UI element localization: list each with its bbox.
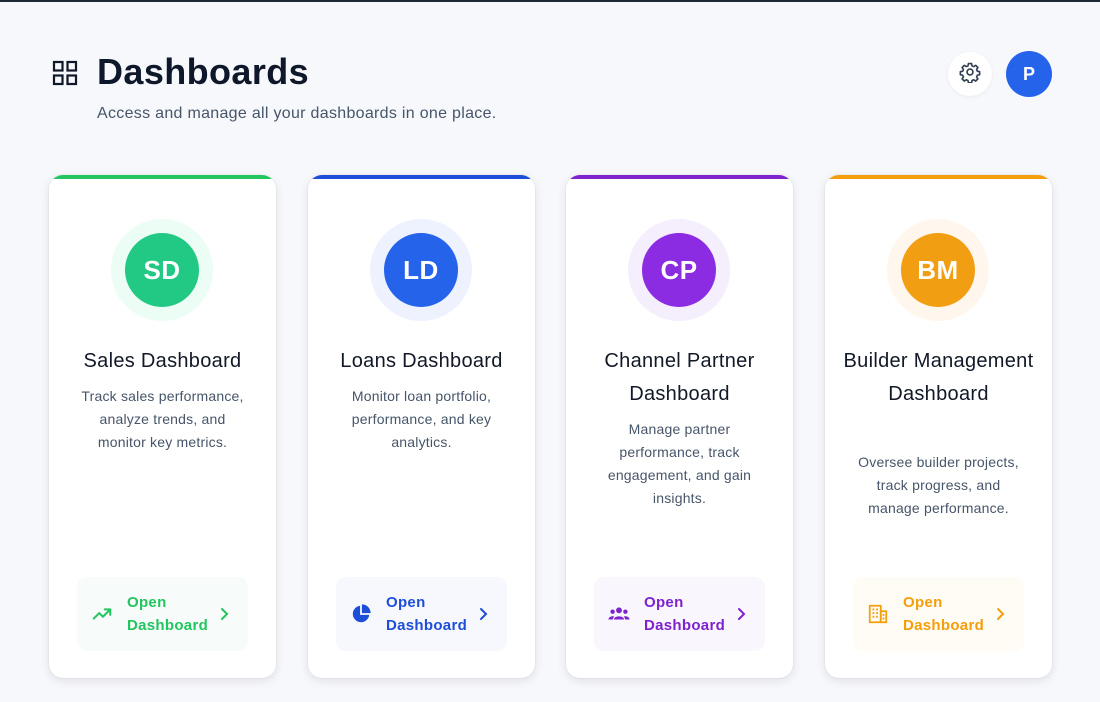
dashboard-card-loans[interactable]: LD Loans Dashboard Monitor loan portfoli… bbox=[308, 175, 535, 678]
chevron-right-icon bbox=[995, 607, 1007, 621]
grid-icon bbox=[52, 60, 78, 86]
open-dashboard-label: Open Dashboard bbox=[644, 594, 726, 634]
settings-button[interactable] bbox=[948, 52, 992, 96]
pie-chart-icon bbox=[350, 603, 372, 625]
card-accent-bar bbox=[825, 175, 1052, 179]
open-dashboard-button[interactable]: Open Dashboard bbox=[77, 577, 248, 651]
card-badge: SD bbox=[125, 233, 199, 307]
card-badge: BM bbox=[901, 233, 975, 307]
user-avatar[interactable]: P bbox=[1006, 51, 1052, 97]
card-title: Channel Partner Dashboard bbox=[604, 350, 755, 405]
page-header: Dashboards Access and manage all your da… bbox=[0, 0, 1100, 150]
building-icon bbox=[867, 603, 889, 625]
card-accent-bar bbox=[49, 175, 276, 179]
card-title: Sales Dashboard bbox=[83, 350, 242, 372]
dashboard-card-sales[interactable]: SD Sales Dashboard Track sales performan… bbox=[49, 175, 276, 678]
open-dashboard-button[interactable]: Open Dashboard bbox=[853, 577, 1024, 651]
dashboard-card-channel-partner[interactable]: CP Channel Partner Dashboard Manage part… bbox=[566, 175, 793, 678]
chevron-right-icon bbox=[736, 607, 748, 621]
open-dashboard-label: Open Dashboard bbox=[386, 594, 468, 634]
open-dashboard-button[interactable]: Open Dashboard bbox=[336, 577, 507, 651]
card-description: Oversee builder projects, track progress… bbox=[858, 454, 1019, 516]
open-dashboard-label: Open Dashboard bbox=[127, 594, 209, 634]
gear-icon bbox=[959, 61, 981, 88]
dashboard-card-builder-management[interactable]: BM Builder Management Dashboard Oversee … bbox=[825, 175, 1052, 678]
card-title: Loans Dashboard bbox=[340, 350, 503, 372]
card-description: Manage partner performance, track engage… bbox=[607, 421, 752, 506]
chevron-right-icon bbox=[478, 607, 490, 621]
card-badge: LD bbox=[384, 233, 458, 307]
card-badge: CP bbox=[642, 233, 716, 307]
card-title: Builder Management Dashboard bbox=[843, 350, 1034, 405]
page-subtitle: Access and manage all your dashboards in… bbox=[97, 105, 497, 122]
card-accent-bar bbox=[308, 175, 535, 179]
card-description: Monitor loan portfolio, performance, and… bbox=[351, 388, 492, 450]
page-title: Dashboards bbox=[97, 51, 310, 92]
card-description: Track sales performance, analyze trends,… bbox=[81, 388, 244, 450]
open-dashboard-button[interactable]: Open Dashboard bbox=[594, 577, 765, 651]
people-group-icon bbox=[608, 603, 630, 625]
chevron-right-icon bbox=[219, 607, 231, 621]
card-accent-bar bbox=[566, 175, 793, 179]
trending-up-icon bbox=[91, 603, 113, 625]
open-dashboard-label: Open Dashboard bbox=[903, 594, 985, 634]
